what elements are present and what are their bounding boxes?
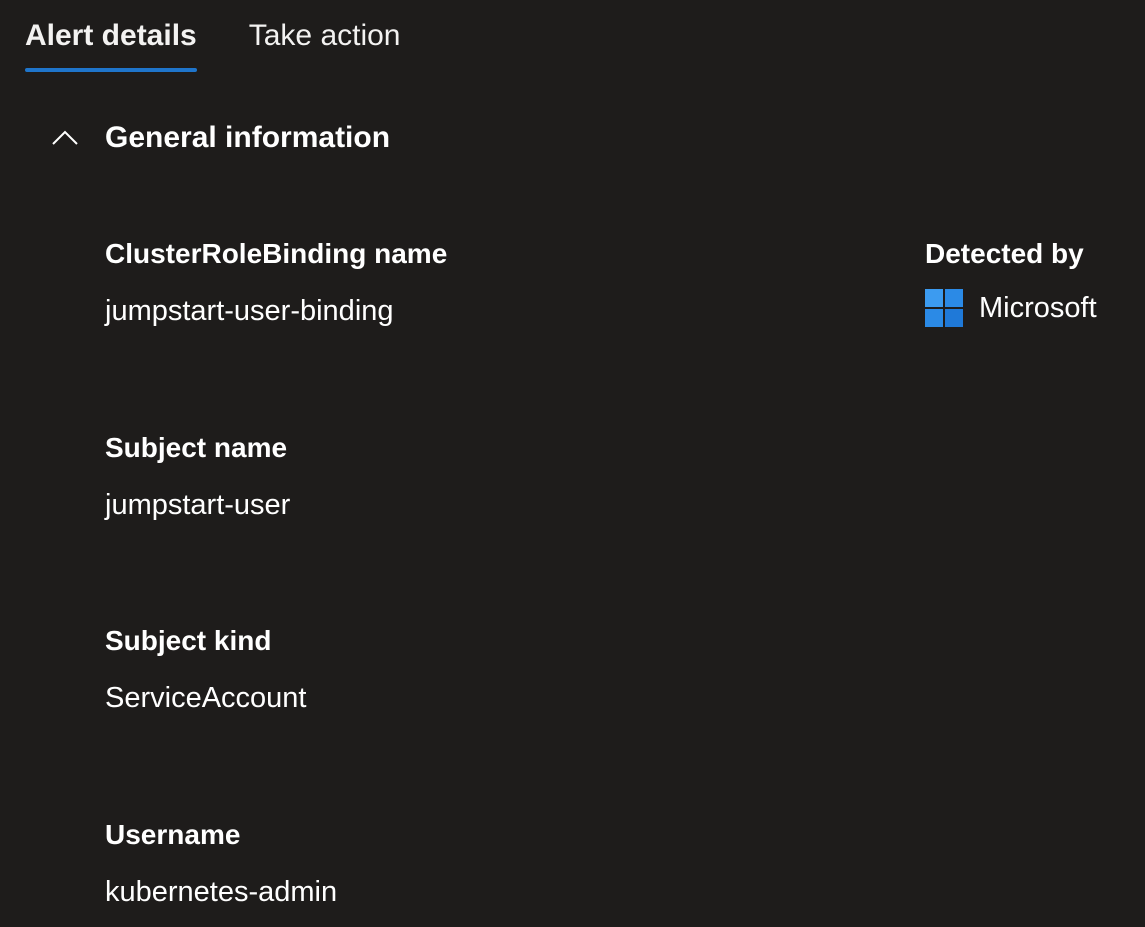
subject-name-label: Subject name xyxy=(105,432,288,463)
detected-by-value: Microsoft xyxy=(979,292,1097,324)
subject-kind-field: Subject kind ServiceAccount xyxy=(105,623,307,716)
subject-name-value: jumpstart-user xyxy=(105,489,291,521)
subject-name-field: Subject name jumpstart-user xyxy=(105,430,290,523)
tab-take-action[interactable]: Take action xyxy=(249,0,401,74)
section-title: General information xyxy=(105,121,391,154)
subject-kind-value: ServiceAccount xyxy=(105,682,307,714)
tab-bar: Alert details Take action xyxy=(25,0,401,74)
username-label: Username xyxy=(105,819,241,850)
detected-by-vendor: Microsoft xyxy=(925,289,1097,327)
detected-by-label: Detected by xyxy=(925,238,1084,269)
username-field: Username kubernetes-admin xyxy=(105,817,337,910)
tab-alert-details[interactable]: Alert details xyxy=(25,0,197,74)
subject-kind-label: Subject kind xyxy=(105,625,272,656)
chevron-up-icon[interactable] xyxy=(50,123,80,153)
clusterrolebinding-label: ClusterRoleBinding name xyxy=(105,238,448,269)
clusterrolebinding-field: ClusterRoleBinding name jumpstart-user-b… xyxy=(105,236,447,329)
windows-logo-icon xyxy=(925,289,963,327)
username-value: kubernetes-admin xyxy=(105,876,338,908)
general-information-toggle[interactable]: General information xyxy=(50,112,390,164)
detected-by-field: Detected by Microsoft xyxy=(925,236,1097,327)
clusterrolebinding-value: jumpstart-user-binding xyxy=(105,295,394,327)
